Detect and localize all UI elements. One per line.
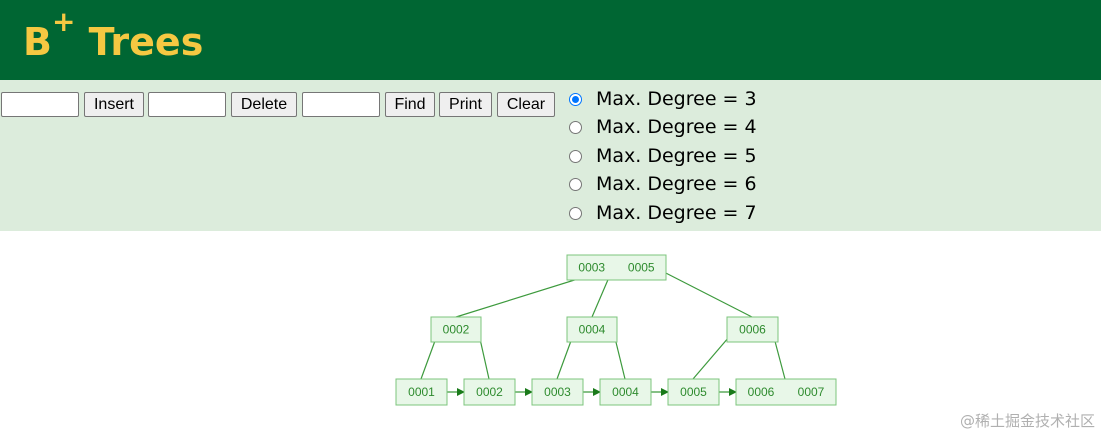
tree-leaf-node: 0001 [395, 378, 448, 406]
find-button[interactable]: Find [385, 92, 435, 117]
tree-node-key: 0003 [578, 261, 605, 275]
tree-node-key: 0006 [748, 385, 775, 399]
degree-label-4: Max. Degree = 4 [596, 116, 757, 138]
title-plus: + [51, 5, 76, 38]
degree-label-6: Max. Degree = 6 [596, 173, 757, 195]
tree-leaf-node: 0002 [463, 378, 516, 406]
degree-option-4[interactable]: Max. Degree = 4 [569, 113, 757, 141]
tree-node-key: 0005 [628, 261, 655, 275]
title-rest: Trees [75, 20, 204, 64]
tree-leaf-node: 0005 [667, 378, 720, 406]
tree-internal-node: 0006 [726, 316, 779, 343]
degree-radio-7[interactable] [569, 206, 582, 220]
degree-radio-5[interactable] [569, 149, 582, 163]
controls-panel: Insert Delete Find Print Clear Max. Degr… [0, 80, 1101, 231]
insert-button[interactable]: Insert [84, 92, 144, 117]
header-bar: B+ Trees [0, 0, 1101, 80]
degree-radio-3[interactable] [569, 92, 582, 106]
insert-input[interactable] [1, 92, 79, 117]
degree-radio-4[interactable] [569, 120, 582, 134]
tree-node-key: 0007 [798, 385, 825, 399]
print-button[interactable]: Print [439, 92, 492, 117]
find-input[interactable] [302, 92, 380, 117]
degree-radio-6[interactable] [569, 177, 582, 191]
tree-node-key: 0004 [579, 323, 606, 337]
watermark-text: @稀土掘金技术社区 [959, 412, 1095, 430]
tree-leaf-node: 0003 [531, 378, 584, 406]
tree-node-key: 0003 [544, 385, 571, 399]
degree-option-6[interactable]: Max. Degree = 6 [569, 170, 757, 198]
delete-button[interactable]: Delete [231, 92, 297, 117]
tree-node-key: 0006 [739, 323, 766, 337]
degree-option-5[interactable]: Max. Degree = 5 [569, 142, 757, 170]
title-b: B [23, 20, 52, 64]
tree-node-key: 0002 [476, 385, 503, 399]
tree-node-key: 0004 [612, 385, 639, 399]
delete-input[interactable] [148, 92, 226, 117]
bplus-tree-diagram: 0003 0005 0002 0004 0006 0001 0002 0003 0004 0005… [395, 254, 837, 406]
tree-edge [655, 267, 753, 318]
tree-node-key: 0001 [408, 385, 435, 399]
degree-label-7: Max. Degree = 7 [596, 202, 757, 224]
tree-internal-node: 0002 [430, 316, 482, 343]
tree-nodes: 0003 0005 0002 0004 0006 0001 0002 0003 0004 0005… [395, 254, 837, 406]
clear-button[interactable]: Clear [497, 92, 555, 117]
tree-root-node: 0003 0005 [566, 254, 667, 281]
tree-leaf-node: 0006 0007 [735, 378, 837, 406]
tree-leaf-node: 0004 [599, 378, 652, 406]
tree-node-key: 0005 [680, 385, 707, 399]
degree-option-7[interactable]: Max. Degree = 7 [569, 199, 757, 227]
page-title: B+ Trees [23, 8, 204, 68]
tree-internal-node: 0004 [566, 316, 618, 343]
degree-label-3: Max. Degree = 3 [596, 88, 757, 110]
tree-node-key: 0002 [443, 323, 470, 337]
degree-label-5: Max. Degree = 5 [596, 145, 757, 167]
degree-option-3[interactable]: Max. Degree = 3 [569, 85, 757, 113]
